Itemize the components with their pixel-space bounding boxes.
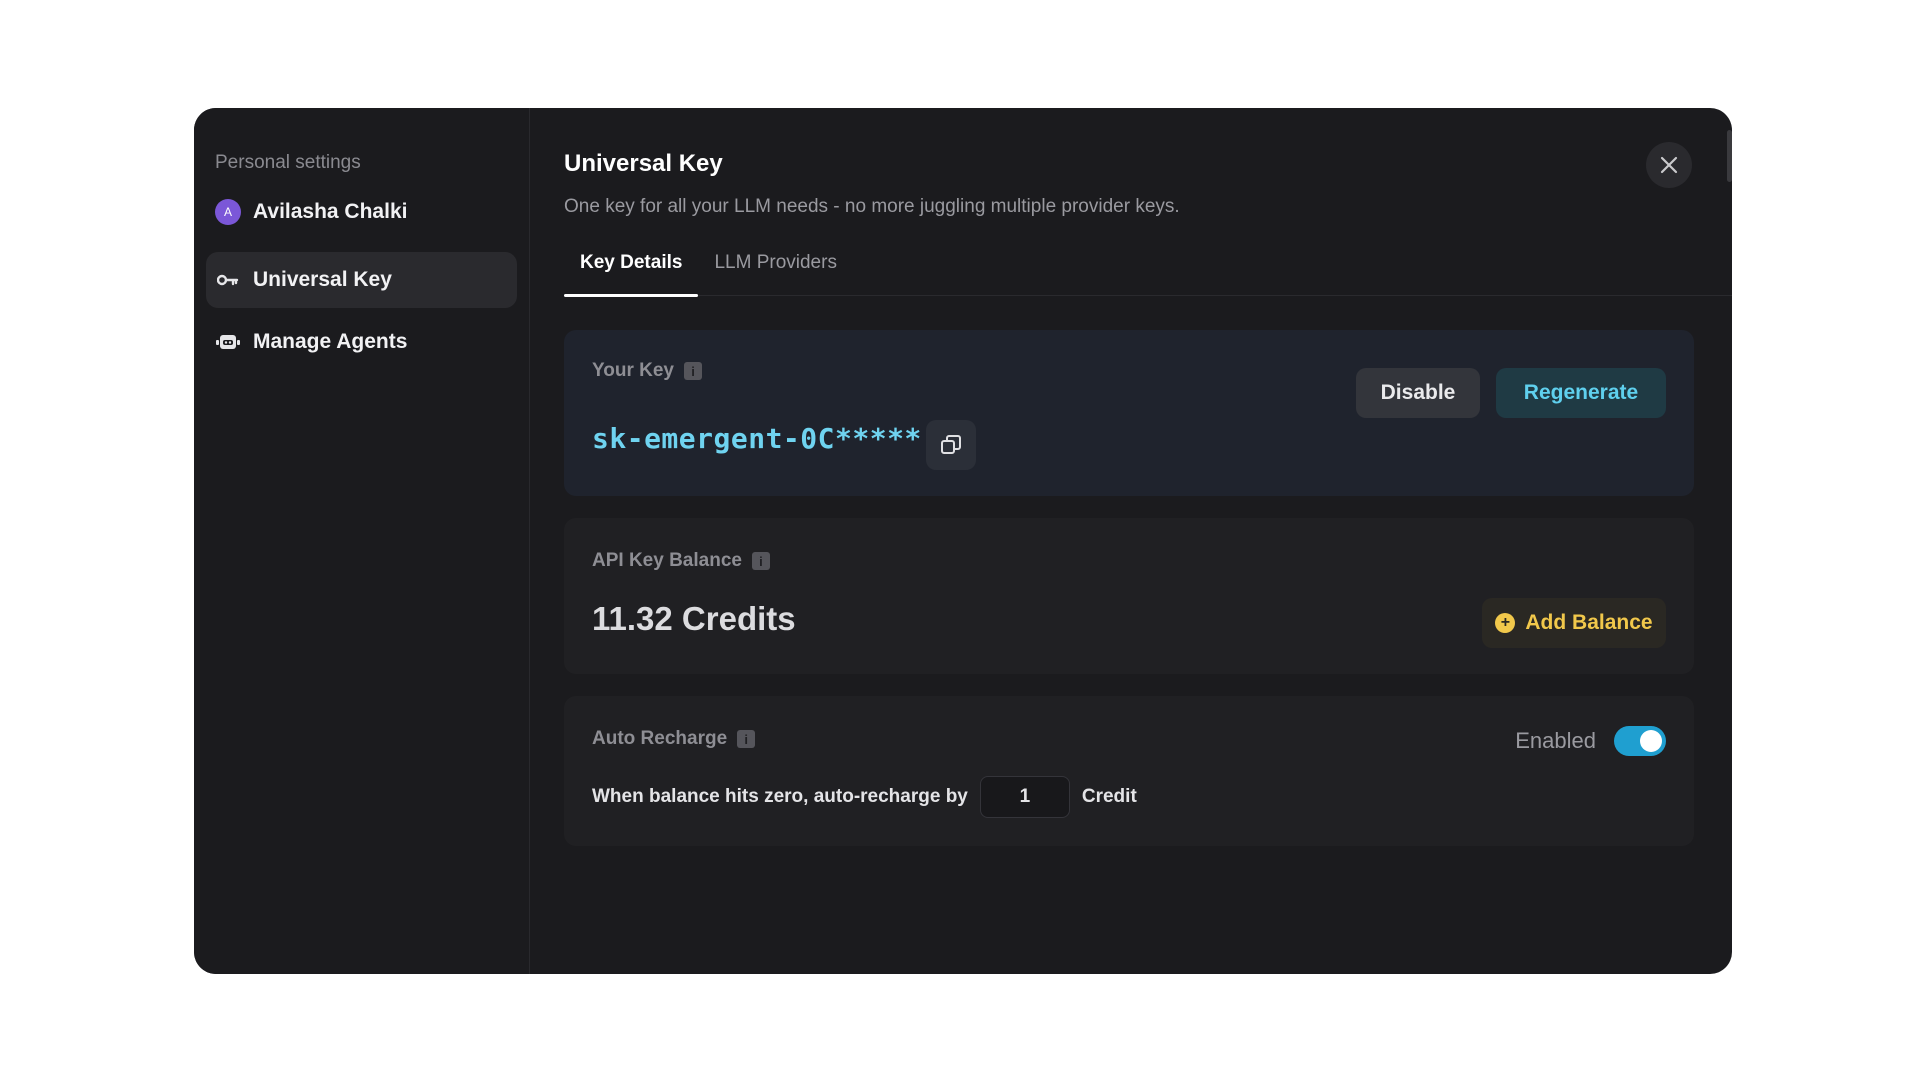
- plus-circle-icon: +: [1495, 613, 1516, 633]
- page-title: Universal Key: [564, 150, 723, 177]
- key-icon: [215, 267, 241, 293]
- key-card: Your Key i sk-emergent-0C***** Disable R…: [564, 330, 1694, 496]
- recharge-amount-input[interactable]: [979, 776, 1070, 818]
- tab-bar: Key Details LLM Providers: [564, 252, 1732, 297]
- close-button[interactable]: [1646, 142, 1692, 188]
- info-icon[interactable]: i: [751, 552, 770, 570]
- copy-icon: [941, 435, 961, 454]
- sidebar-item-label: Manage Agents: [253, 330, 408, 353]
- info-icon[interactable]: i: [737, 730, 756, 748]
- disable-button[interactable]: Disable: [1356, 368, 1480, 418]
- avatar-initial: A: [215, 199, 241, 225]
- settings-modal: Personal settings A Avilasha Chalki Univ…: [194, 108, 1732, 974]
- robot-icon: [215, 329, 241, 355]
- auto-recharge-toggle[interactable]: [1614, 726, 1666, 756]
- toggle-knob: [1640, 730, 1662, 752]
- info-icon[interactable]: i: [684, 362, 703, 380]
- balance-label-row: API Key Balance i: [592, 550, 770, 572]
- recharge-row: When balance hits zero, auto-recharge by…: [592, 776, 1137, 818]
- balance-value: 11.32 Credits: [592, 600, 796, 637]
- recharge-prefix: When balance hits zero, auto-recharge by: [592, 786, 968, 807]
- sidebar-item-universal-key[interactable]: Universal Key: [206, 252, 517, 308]
- avatar: A: [215, 199, 241, 225]
- sidebar-item-user[interactable]: A Avilasha Chalki: [206, 190, 517, 234]
- auto-recharge-label: Auto Recharge: [592, 728, 728, 749]
- key-label: Your Key: [592, 360, 675, 381]
- tab-llm-providers[interactable]: LLM Providers: [698, 252, 853, 296]
- add-balance-label: Add Balance: [1525, 611, 1653, 634]
- api-key-value: sk-emergent-0C*****: [592, 422, 922, 455]
- auto-recharge-label-row: Auto Recharge i: [592, 728, 756, 750]
- auto-recharge-card: Auto Recharge i Enabled When balance hit…: [564, 696, 1694, 846]
- user-name: Avilasha Chalki: [253, 200, 408, 223]
- auto-recharge-status: Enabled: [1515, 726, 1666, 756]
- main-panel: Universal Key One key for all your LLM n…: [530, 108, 1732, 974]
- regenerate-button[interactable]: Regenerate: [1496, 368, 1666, 418]
- recharge-unit: Credit: [1081, 786, 1137, 807]
- balance-card: API Key Balance i 11.32 Credits + Add Ba…: [564, 518, 1694, 674]
- sidebar: Personal settings A Avilasha Chalki Univ…: [194, 108, 530, 974]
- balance-label: API Key Balance: [592, 550, 742, 571]
- close-icon: [1660, 156, 1678, 174]
- page-subtitle: One key for all your LLM needs - no more…: [564, 196, 1180, 217]
- sidebar-item-label: Universal Key: [253, 268, 392, 291]
- sidebar-title: Personal settings: [215, 152, 361, 173]
- add-balance-button[interactable]: + Add Balance: [1482, 598, 1666, 648]
- key-label-row: Your Key i: [592, 360, 703, 382]
- enabled-label: Enabled: [1515, 728, 1596, 753]
- tab-key-details[interactable]: Key Details: [564, 252, 699, 297]
- copy-button[interactable]: [926, 420, 976, 470]
- scrollbar[interactable]: [1727, 130, 1732, 182]
- sidebar-item-manage-agents[interactable]: Manage Agents: [206, 314, 517, 370]
